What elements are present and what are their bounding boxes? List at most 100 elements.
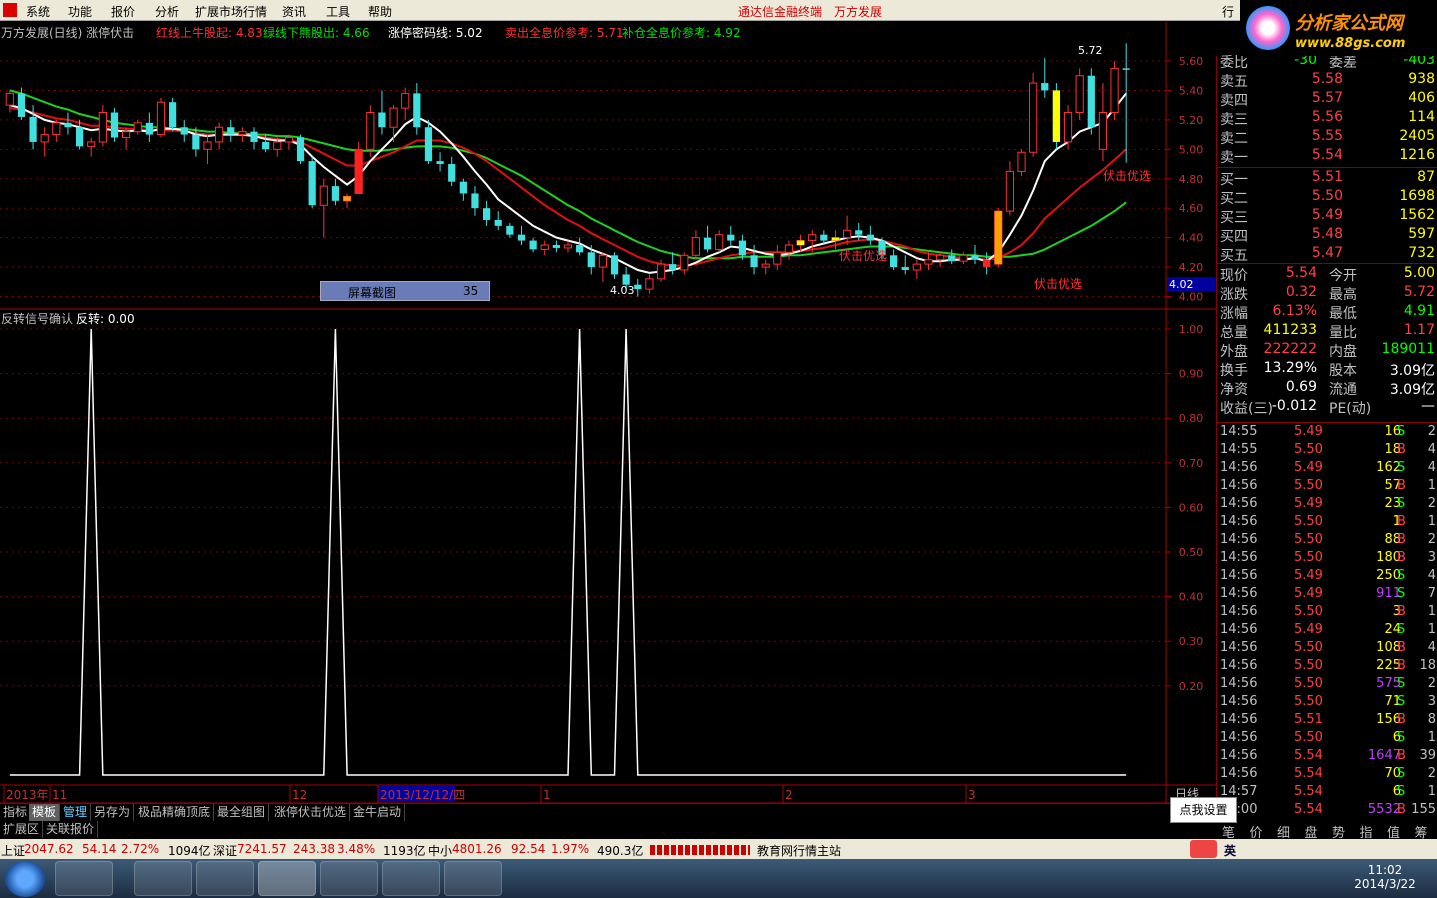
- menu-quote[interactable]: 报价: [111, 3, 135, 20]
- settings-tooltip[interactable]: 点我设置: [1170, 797, 1237, 823]
- bid-row[interactable]: 买五 5.47 732: [1217, 245, 1437, 264]
- chart-area[interactable]: 5.60 5.40 5.20 5.00 4.80 4.60 4.40 4.20 4.00 4.02…: [0, 22, 1216, 805]
- tick-row[interactable]: 14:56 5.50 71 S 3: [1217, 694, 1437, 712]
- candle-body: [273, 141, 282, 150]
- indicator-tab[interactable]: 极品精确顶底: [135, 804, 215, 821]
- screenshot-box[interactable]: 屏幕截图 35: [320, 281, 490, 301]
- tick-side: S: [1397, 568, 1406, 583]
- bid-row[interactable]: 买一 5.51 87: [1217, 169, 1437, 188]
- stat-label: 今开: [1329, 268, 1357, 284]
- tick-count: 4: [1427, 460, 1436, 475]
- tick-price: 5.49: [1294, 496, 1323, 511]
- tick-row[interactable]: 14:56 5.49 162 S 4: [1217, 460, 1437, 478]
- ime-s-icon[interactable]: [1190, 840, 1217, 858]
- ask-row[interactable]: 卖一 5.54 1216: [1217, 147, 1437, 166]
- indicator-tab[interactable]: 另存为: [91, 804, 135, 821]
- tick-row[interactable]: 14:56 5.50 575 S 2: [1217, 676, 1437, 694]
- tick-row[interactable]: 14:56 5.49 911 S 7: [1217, 586, 1437, 604]
- menu-system[interactable]: 系统: [26, 3, 50, 20]
- tick-row[interactable]: 14:56 5.50 180 B 3: [1217, 550, 1437, 568]
- tick-price: 5.50: [1294, 694, 1323, 709]
- browser-icon[interactable]: [382, 861, 440, 896]
- tick-row[interactable]: 14:56 5.54 1647 B 39: [1217, 748, 1437, 766]
- menu-right-label[interactable]: 行: [1222, 3, 1234, 20]
- y-tick-label: 4.40: [1179, 232, 1204, 245]
- screenshot-box-value: 35: [463, 284, 479, 298]
- tick-row[interactable]: 14:56 5.49 250 S 4: [1217, 568, 1437, 586]
- chart-svg[interactable]: 5.60 5.40 5.20 5.00 4.80 4.60 4.40 4.20 4.004.02…: [0, 22, 1216, 805]
- indicator-tab[interactable]: 最全组图: [214, 804, 270, 821]
- bid-row[interactable]: 买四 5.48 597: [1217, 226, 1437, 245]
- candle-body: [506, 225, 514, 235]
- tick-row[interactable]: 14:56 5.50 88 B 2: [1217, 532, 1437, 550]
- menu-news[interactable]: 资讯: [282, 3, 306, 20]
- zx-amount: 490.3亿: [597, 844, 644, 858]
- tdx-app2-icon[interactable]: [320, 861, 378, 896]
- menu-extended-market[interactable]: 扩展市场行情: [195, 3, 267, 20]
- stat-label: 净资: [1220, 382, 1248, 398]
- extension-tab[interactable]: 扩展区: [0, 821, 44, 838]
- tick-side: S: [1397, 784, 1406, 799]
- bid-price: 5.48: [1311, 226, 1343, 242]
- indicator-tab[interactable]: 涨停伏击优选: [271, 804, 351, 821]
- stat-label: 最高: [1329, 287, 1357, 303]
- tick-side: B: [1397, 802, 1406, 817]
- ask-row[interactable]: 卖五 5.58 938: [1217, 71, 1437, 90]
- tick-row[interactable]: 14:55 5.49 16 S 2: [1217, 424, 1437, 442]
- tdx-app-icon[interactable]: [258, 861, 316, 896]
- menu-function[interactable]: 功能: [68, 3, 92, 20]
- start-button[interactable]: [5, 861, 45, 897]
- menu-help[interactable]: 帮助: [368, 3, 392, 20]
- taskbar-app-icon[interactable]: [55, 861, 113, 896]
- tick-row[interactable]: 14:56 5.50 225 B 18: [1217, 658, 1437, 676]
- sh-value: 2047.62: [24, 842, 74, 856]
- signal-candle: [355, 149, 363, 194]
- chart-title: 万方发展(日线) 涨停伏击: [1, 26, 135, 40]
- stat-label: 流通: [1329, 382, 1357, 398]
- tick-row[interactable]: 14:56 5.50 57 B 1: [1217, 478, 1437, 496]
- tick-side: B: [1397, 712, 1406, 727]
- tick-row[interactable]: 15:00 5.54 5532 B 155: [1217, 802, 1437, 820]
- tick-row[interactable]: 14:57 5.54 6 S 1: [1217, 784, 1437, 802]
- taskbar: 11:02 2014/3/22: [0, 859, 1437, 898]
- app-swirl-icon[interactable]: [444, 861, 502, 896]
- extension-tab[interactable]: 关联报价: [43, 821, 99, 838]
- ask-row[interactable]: 卖二 5.55 2405: [1217, 128, 1437, 147]
- y-tick-label: 0.30: [1179, 635, 1204, 648]
- clock[interactable]: 11:02 2014/3/22: [1350, 863, 1420, 891]
- tick-count: 1: [1427, 730, 1436, 745]
- signal-label: 伏击优选: [1103, 169, 1151, 183]
- marquee-text[interactable]: 教育网行情主站: [757, 842, 841, 859]
- tick-row[interactable]: 14:55 5.50 18 B 4: [1217, 442, 1437, 460]
- signal-candle: [994, 211, 1002, 265]
- tick-row[interactable]: 14:56 5.50 1 B 1: [1217, 514, 1437, 532]
- indicator-tab[interactable]: 指标: [0, 804, 32, 821]
- signal-label: 伏击优选: [1034, 277, 1082, 291]
- indicator-tab[interactable]: 管理: [60, 804, 92, 821]
- tick-price: 5.54: [1294, 766, 1323, 781]
- bid-row[interactable]: 买三 5.49 1562: [1217, 207, 1437, 226]
- tick-price: 5.51: [1294, 712, 1323, 727]
- candle-body: [262, 141, 270, 150]
- tick-row[interactable]: 14:56 5.50 108 B 4: [1217, 640, 1437, 658]
- menu-analysis[interactable]: 分析: [155, 3, 179, 20]
- bid-row[interactable]: 买二 5.50 1698: [1217, 188, 1437, 207]
- ask-row[interactable]: 卖四 5.57 406: [1217, 90, 1437, 109]
- indicator-tab[interactable]: 金牛启动: [350, 804, 406, 821]
- tick-row[interactable]: 14:56 5.51 156 B 8: [1217, 712, 1437, 730]
- menu-tools[interactable]: 工具: [326, 3, 350, 20]
- tick-row[interactable]: 14:56 5.54 70 S 2: [1217, 766, 1437, 784]
- tick-row[interactable]: 14:56 5.50 6 S 1: [1217, 730, 1437, 748]
- candle-body: [912, 263, 921, 271]
- indicator-tab[interactable]: 模板: [29, 804, 61, 821]
- ask-volume: 114: [1408, 109, 1435, 125]
- tick-row[interactable]: 14:56 5.49 23 S 2: [1217, 496, 1437, 514]
- sogou-icon[interactable]: [196, 861, 254, 896]
- tick-side: B: [1397, 442, 1406, 457]
- ime-lang[interactable]: 英: [1224, 842, 1236, 859]
- ask-row[interactable]: 卖三 5.56 114: [1217, 109, 1437, 128]
- tick-row[interactable]: 14:56 5.50 3 B 1: [1217, 604, 1437, 622]
- tick-row[interactable]: 14:56 5.49 24 S 1: [1217, 622, 1437, 640]
- folder-icon[interactable]: [134, 861, 192, 896]
- stat-label: 涨幅: [1220, 306, 1248, 322]
